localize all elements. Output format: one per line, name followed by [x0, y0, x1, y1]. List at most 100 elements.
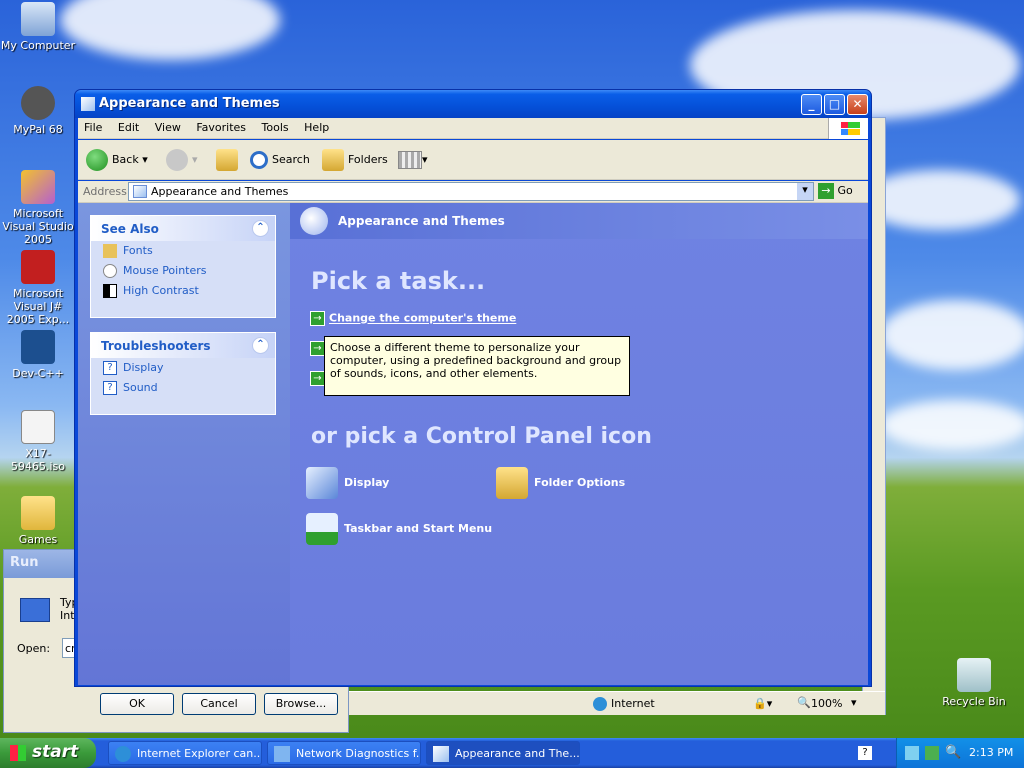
main-pane: Appearance and Themes Pick a task... → Ch…: [290, 203, 868, 685]
desktop-icon-iso[interactable]: X17-59465.iso: [0, 410, 76, 473]
help-icon: ?: [103, 381, 117, 395]
zoom-level[interactable]: 100%: [811, 697, 842, 710]
toolbar: Back ▾ ▾ Search Folders ▾: [78, 140, 868, 180]
help-icon: ?: [103, 361, 117, 375]
desktop-icon-devcpp[interactable]: Dev-C++: [0, 330, 76, 380]
address-folder-icon: [133, 185, 147, 198]
iso-file-icon: [21, 410, 55, 444]
go-button[interactable]: → Go: [818, 183, 853, 199]
start-button[interactable]: start: [0, 738, 96, 768]
cp-taskbar-start-menu[interactable]: Taskbar and Start Menu: [306, 513, 492, 545]
network-tray-icon[interactable]: [905, 746, 919, 760]
folder-icon: [21, 496, 55, 530]
see-also-mouse-pointers[interactable]: Mouse Pointers: [91, 261, 275, 281]
troubleshooters-panel: Troubleshooters ⌃ ? Display ? Sound: [90, 332, 276, 415]
cp-display[interactable]: Display: [306, 467, 389, 499]
troubleshooters-header[interactable]: Troubleshooters ⌃: [91, 333, 275, 358]
taskbar-task-appearance-themes[interactable]: Appearance and The...: [426, 741, 580, 765]
collapse-chevron-icon[interactable]: ⌃: [252, 220, 269, 237]
address-label: Address: [83, 185, 127, 198]
appearance-themes-icon: [300, 207, 328, 235]
taskbar: start Internet Explorer can... Network D…: [0, 738, 1024, 768]
task-arrow-icon: →: [310, 311, 325, 326]
clock[interactable]: 2:13 PM: [969, 746, 1013, 759]
zoom-icon: 🔍: [797, 696, 811, 709]
menu-view[interactable]: View: [149, 118, 187, 137]
window-title: Appearance and Themes: [99, 96, 280, 111]
menu-help[interactable]: Help: [298, 118, 335, 137]
desktop-icon-recycle-bin[interactable]: Recycle Bin: [936, 658, 1012, 708]
see-also-high-contrast[interactable]: High Contrast: [91, 281, 275, 301]
control-panel-heading: or pick a Control Panel icon: [311, 424, 652, 449]
views-dropdown-icon: ▾: [422, 153, 428, 166]
menu-edit[interactable]: Edit: [112, 118, 145, 137]
menu-bar: File Edit View Favorites Tools Help: [78, 118, 868, 139]
folders-button[interactable]: Folders: [322, 147, 388, 173]
window-icon: [81, 97, 95, 111]
see-also-fonts[interactable]: Fonts: [91, 241, 275, 261]
cp-folder-options[interactable]: Folder Options: [496, 467, 625, 499]
mouse-icon: [103, 264, 117, 278]
high-contrast-icon: [103, 284, 117, 298]
search-button[interactable]: Search: [250, 147, 310, 173]
close-button[interactable]: ✕: [847, 94, 868, 115]
troubleshooter-sound[interactable]: ? Sound: [91, 378, 275, 398]
desktop-icon-mypal[interactable]: MyPal 68: [0, 86, 76, 136]
title-bar[interactable]: Appearance and Themes _ □ ✕: [75, 90, 871, 118]
forward-button[interactable]: ▾: [166, 147, 198, 173]
desktop-icon-visual-studio[interactable]: Microsoft Visual Studio 2005: [0, 170, 76, 246]
taskbar-task-network-diagnostics[interactable]: Network Diagnostics f...: [267, 741, 421, 765]
task-arrow-icon: →: [310, 341, 325, 356]
menu-file[interactable]: File: [78, 118, 108, 137]
status-zone: Internet: [611, 697, 655, 710]
back-arrow-icon: [86, 149, 108, 171]
system-tray: 🔍 2:13 PM: [896, 738, 1024, 768]
troubleshooter-display[interactable]: ? Display: [91, 358, 275, 378]
address-input[interactable]: Appearance and Themes ▾: [128, 182, 814, 201]
desktop-icon-visual-jsharp[interactable]: Microsoft Visual J# 2005 Exp...: [0, 250, 76, 326]
address-dropdown-icon[interactable]: ▾: [797, 183, 813, 200]
raccoon-icon: [21, 86, 55, 120]
menu-favorites[interactable]: Favorites: [190, 118, 252, 137]
run-open-label: Open:: [17, 642, 51, 655]
lock-icon: 🔒▾: [753, 697, 773, 710]
maximize-button[interactable]: □: [824, 94, 845, 115]
zoom-dropdown-icon[interactable]: ▾: [851, 696, 857, 709]
collapse-chevron-icon[interactable]: ⌃: [252, 337, 269, 354]
views-button[interactable]: ▾: [398, 147, 428, 173]
help-tray-icon[interactable]: ?: [858, 746, 872, 760]
back-dropdown-icon[interactable]: ▾: [142, 153, 148, 166]
ie-icon: [115, 746, 131, 762]
menu-tools[interactable]: Tools: [256, 118, 295, 137]
run-cancel-button[interactable]: Cancel: [182, 693, 256, 715]
see-also-header[interactable]: See Also ⌃: [91, 216, 275, 241]
forward-arrow-icon: [166, 149, 188, 171]
display-icon: [306, 467, 338, 499]
run-browse-button[interactable]: Browse...: [264, 693, 338, 715]
windows-flag-icon: [10, 745, 26, 761]
fonts-folder-icon: [103, 244, 117, 258]
desktop-icon-my-computer[interactable]: My Computer: [0, 2, 76, 52]
jsharp-icon: [21, 250, 55, 284]
taskbar-task-ie[interactable]: Internet Explorer can...: [108, 741, 262, 765]
status-bar: Internet 🔒▾ 🔍 100% ▾: [349, 691, 885, 715]
task-pane: See Also ⌃ Fonts Mouse Pointers High Con…: [78, 203, 290, 685]
up-folder-button[interactable]: [216, 147, 242, 173]
computer-icon: [21, 2, 55, 36]
folders-icon: [322, 149, 344, 171]
task-tooltip: Choose a different theme to personalize …: [324, 336, 630, 396]
internet-zone-icon: [593, 697, 607, 711]
go-arrow-icon: →: [818, 183, 834, 199]
address-bar: Address Appearance and Themes ▾ → Go: [78, 181, 868, 203]
minimize-button[interactable]: _: [801, 94, 822, 115]
search-tray-icon[interactable]: 🔍: [945, 745, 961, 760]
task-change-theme[interactable]: → Change the computer's theme: [310, 311, 516, 329]
category-header: Appearance and Themes: [290, 203, 868, 239]
recycle-bin-icon: [957, 658, 991, 692]
antivirus-tray-icon[interactable]: [925, 746, 939, 760]
forward-dropdown-icon: ▾: [192, 153, 198, 166]
run-ok-button[interactable]: OK: [100, 693, 174, 715]
desktop-icon-games[interactable]: Games: [0, 496, 76, 546]
search-icon: [250, 151, 268, 169]
back-button[interactable]: Back ▾: [86, 147, 148, 173]
